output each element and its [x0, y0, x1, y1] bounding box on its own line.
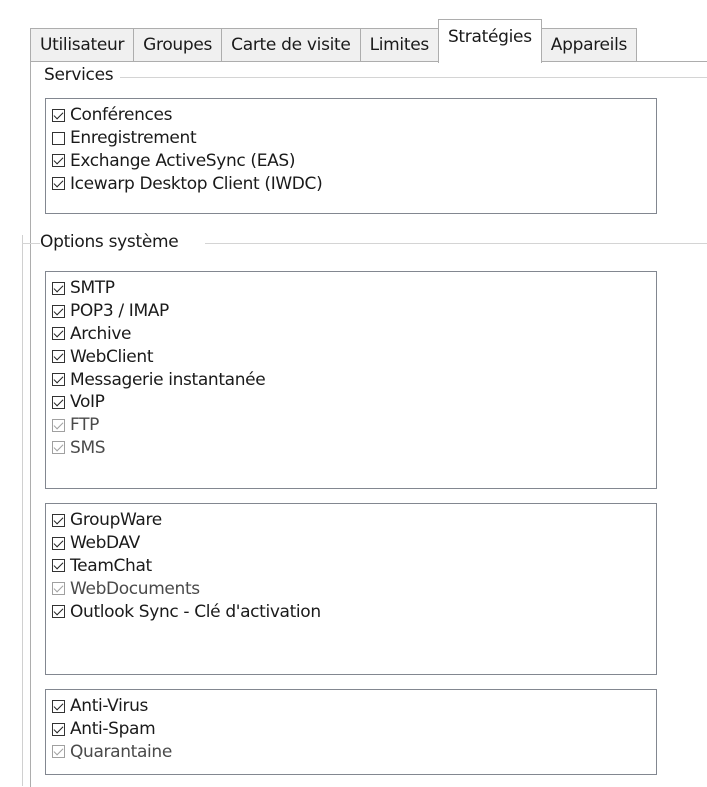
checkbox-item-enregistrement[interactable]: Enregistrement — [46, 127, 656, 150]
checkbox-item-icewarp-desktop-client-iwdc[interactable]: Icewarp Desktop Client (IWDC) — [46, 172, 656, 195]
checkbox-label: WebDocuments — [70, 578, 200, 599]
checkbox-label: Archive — [70, 323, 132, 344]
checkbox-label: SMS — [70, 437, 106, 458]
checkmark-icon — [53, 723, 64, 734]
checkbox-label: Exchange ActiveSync (EAS) — [70, 150, 296, 171]
checkbox-label: WebClient — [70, 346, 154, 367]
checkbox[interactable] — [52, 513, 65, 527]
checkbox-label: SMTP — [70, 278, 115, 299]
options-group-title: Options système — [40, 232, 183, 252]
checkbox[interactable] — [52, 722, 65, 736]
services-list[interactable]: Conférences Enregistrement Exchange Active… — [45, 98, 657, 214]
checkmark-icon — [53, 109, 64, 120]
services-group-title: Services — [44, 65, 118, 85]
checkbox-item-messagerie-instantanee[interactable]: Messagerie instantanée — [46, 368, 656, 391]
options-group-border-left — [22, 243, 40, 244]
checkmark-icon — [53, 177, 64, 188]
options-group-border — [205, 243, 707, 244]
checkbox[interactable] — [52, 441, 65, 455]
checkbox-item-sms[interactable]: SMS — [46, 437, 656, 460]
checkbox-label: Messagerie instantanée — [70, 369, 266, 390]
tab-groupes[interactable]: Groupes — [133, 28, 222, 62]
checkbox-item-pop3-imap[interactable]: POP3 / IMAP — [46, 300, 656, 323]
checkbox[interactable] — [52, 699, 65, 713]
checkbox[interactable] — [52, 131, 65, 145]
checkbox-label: POP3 / IMAP — [70, 301, 169, 322]
checkbox-item-ftp[interactable]: FTP — [46, 414, 656, 437]
checkmark-icon — [53, 746, 64, 756]
checkbox-item-smtp[interactable]: SMTP — [46, 277, 656, 300]
checkbox-item-archive[interactable]: Archive — [46, 323, 656, 346]
tab-limites[interactable]: Limites — [359, 28, 438, 62]
checkmark-icon — [53, 305, 64, 316]
checkbox-label: Conférences — [70, 105, 173, 126]
checkbox[interactable] — [52, 154, 65, 168]
checkbox[interactable] — [52, 536, 65, 550]
checkbox[interactable] — [52, 304, 65, 318]
checkbox[interactable] — [52, 177, 65, 191]
checkmark-icon — [53, 700, 64, 711]
checkmark-icon — [53, 396, 64, 407]
checkbox[interactable] — [52, 582, 65, 596]
checkmark-icon — [53, 560, 64, 570]
options-group-left-border — [22, 235, 23, 786]
tab-strip: Utilisateur Groupes Carte de visite Limi… — [30, 16, 707, 63]
checkbox-label: Anti-Virus — [70, 696, 149, 717]
checkbox-label: FTP — [70, 415, 100, 436]
protocols-list[interactable]: SMTP POP3 / IMAP Archive WebClient Messageri… — [45, 271, 657, 489]
checkmark-icon — [53, 328, 64, 338]
checkbox[interactable] — [52, 281, 65, 295]
checkbox-item-outlook-sync-cle-d-activation[interactable]: Outlook Sync - Clé d'activation — [46, 600, 656, 623]
tab-appareils[interactable]: Appareils — [541, 28, 638, 62]
tab-utilisateur[interactable]: Utilisateur — [30, 28, 134, 62]
checkbox[interactable] — [52, 327, 65, 341]
checkbox-item-voip[interactable]: VoIP — [46, 391, 656, 414]
checkbox-label: Anti-Spam — [70, 719, 156, 740]
tab-strategies[interactable]: Stratégies — [437, 19, 542, 63]
tab-carte-de-visite[interactable]: Carte de visite — [221, 28, 360, 62]
checkbox-item-conferences[interactable]: Conférences — [46, 104, 656, 127]
checkmark-icon — [53, 282, 64, 293]
checkmark-icon — [53, 350, 64, 361]
collaboration-list[interactable]: GroupWare WebDAV TeamChat WebDocuments Outlo… — [45, 503, 657, 675]
checkbox[interactable] — [52, 350, 65, 364]
checkmark-icon — [53, 582, 64, 593]
checkmark-icon — [53, 442, 64, 452]
checkbox-label: GroupWare — [70, 510, 162, 531]
checkmark-icon — [53, 373, 64, 384]
checkbox-label: Enregistrement — [70, 128, 197, 149]
checkbox-item-anti-virus[interactable]: Anti-Virus — [46, 695, 656, 718]
checkbox-item-groupware[interactable]: GroupWare — [46, 509, 656, 532]
checkbox-label: VoIP — [70, 392, 105, 413]
checkbox-label: WebDAV — [70, 533, 140, 554]
checkbox-item-quarantaine[interactable]: Quarantaine — [46, 741, 656, 764]
checkbox[interactable] — [52, 395, 65, 409]
checkbox[interactable] — [52, 605, 65, 619]
checkmark-icon — [53, 155, 64, 165]
checkbox-item-teamchat[interactable]: TeamChat — [46, 555, 656, 578]
security-list[interactable]: Anti-Virus Anti-Spam Quarantaine — [45, 689, 657, 775]
checkbox-item-exchange-activesync-eas[interactable]: Exchange ActiveSync (EAS) — [46, 150, 656, 173]
services-group-border — [120, 77, 707, 78]
checkbox[interactable] — [52, 418, 65, 432]
checkbox[interactable] — [52, 108, 65, 122]
checkmark-icon — [53, 419, 64, 430]
checkbox-item-webdocuments[interactable]: WebDocuments — [46, 577, 656, 600]
checkbox-item-webclient[interactable]: WebClient — [46, 345, 656, 368]
checkbox[interactable] — [52, 745, 65, 759]
checkmark-icon — [53, 537, 64, 548]
checkmark-icon — [53, 605, 64, 616]
checkbox[interactable] — [52, 373, 65, 387]
checkbox-label: Icewarp Desktop Client (IWDC) — [70, 173, 323, 194]
checkbox-label: Quarantaine — [70, 741, 172, 762]
checkmark-icon — [53, 514, 64, 525]
checkbox-label: TeamChat — [70, 555, 152, 576]
checkbox-label: Outlook Sync - Clé d'activation — [70, 601, 321, 622]
checkbox[interactable] — [52, 559, 65, 573]
checkbox-item-anti-spam[interactable]: Anti-Spam — [46, 718, 656, 741]
checkbox-item-webdav[interactable]: WebDAV — [46, 532, 656, 555]
